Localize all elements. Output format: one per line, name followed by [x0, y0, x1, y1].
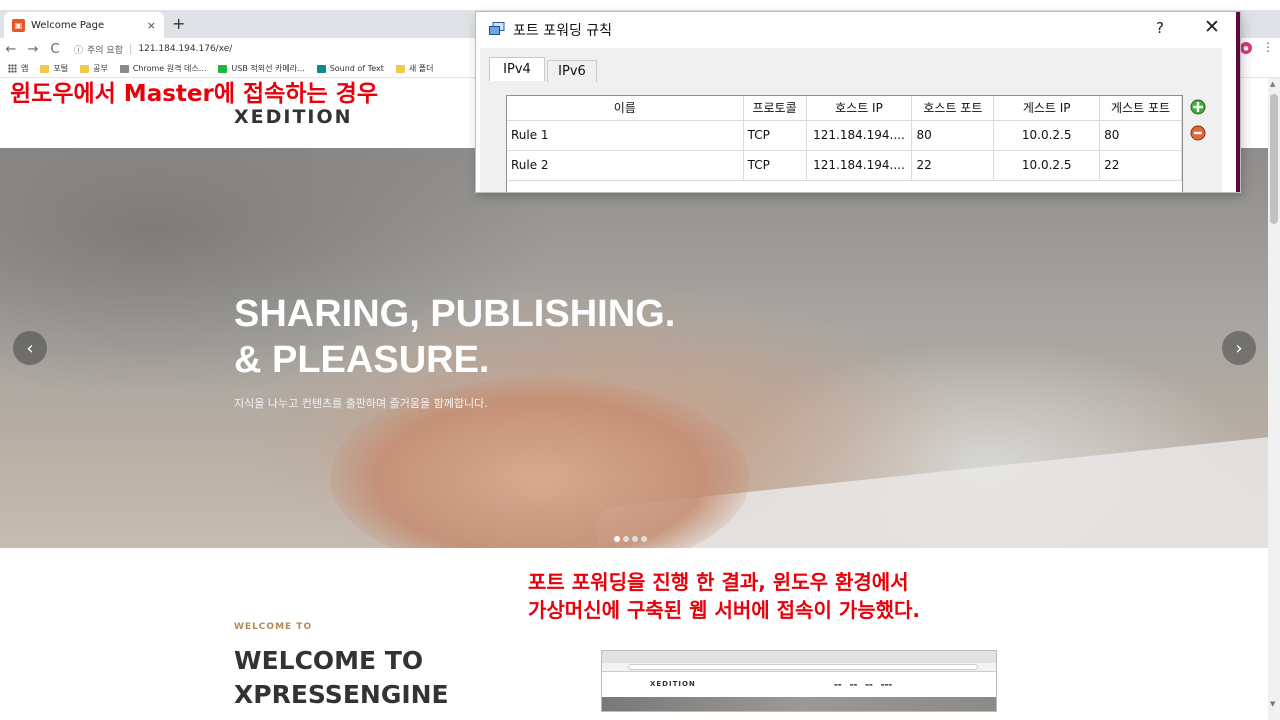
new-tab-button[interactable]: +: [172, 14, 185, 33]
apps-grid-icon: [8, 64, 17, 73]
mini-url-field: [628, 664, 978, 670]
plus-box-icon: [218, 64, 228, 73]
mini-browser-screenshot: XEDITION ▬▬ ▬▬ ▬▬ ▬▬▬: [601, 650, 997, 712]
mini-menu-item: ▬▬: [834, 682, 842, 687]
mini-logo: XEDITION: [650, 680, 696, 688]
scroll-up-arrow-icon[interactable]: ▲: [1270, 80, 1275, 88]
rule-name-cell[interactable]: Rule 1: [507, 120, 744, 151]
speaker-icon: [316, 64, 326, 73]
carousel-indicators: [614, 536, 647, 542]
welcome-eyebrow: WELCOME TO: [234, 622, 313, 632]
folder-icon: [395, 64, 405, 73]
tab-title: Welcome Page: [31, 19, 105, 31]
column-header-guest-ip[interactable]: 게스트 IP: [993, 96, 1101, 121]
scrollbar-thumb[interactable]: [1270, 94, 1278, 224]
protocol-cell[interactable]: TCP: [743, 120, 807, 151]
hero-title: SHARING, PUBLISHING. & PLEASURE.: [234, 293, 676, 381]
folder-icon: [80, 64, 90, 73]
column-header-host-port[interactable]: 호스트 포트: [911, 96, 995, 121]
security-warning-text[interactable]: 주의 요함: [87, 43, 123, 56]
rules-table: 이름 프로토콜 호스트 IP 호스트 포트 게스트 IP 게스트 포트 Rule…: [507, 96, 1182, 181]
host-port-cell[interactable]: 22: [911, 150, 995, 181]
tab-ipv6[interactable]: IPv6: [547, 60, 597, 82]
address-bar[interactable]: 121.184.194.176/xe/: [138, 44, 232, 54]
carousel-dot[interactable]: [614, 536, 620, 542]
xe-favicon-icon: ▣: [12, 18, 25, 32]
background-window-edge: [1236, 12, 1240, 192]
mini-menu: ▬▬ ▬▬ ▬▬ ▬▬▬: [834, 682, 892, 687]
forward-arrow-icon[interactable]: →: [22, 42, 44, 57]
add-rule-icon[interactable]: [1187, 96, 1209, 118]
reload-icon[interactable]: C: [44, 42, 66, 57]
browser-tab[interactable]: ▣ Welcome Page ×: [4, 12, 164, 38]
hero-subtitle: 지식을 나누고 컨텐츠를 출판하며 즐거움을 함께합니다.: [234, 397, 488, 410]
column-header-host-ip[interactable]: 호스트 IP: [806, 96, 913, 121]
rule-name-cell[interactable]: Rule 2: [507, 150, 744, 181]
carousel-dot[interactable]: [641, 536, 647, 542]
back-arrow-icon[interactable]: ←: [0, 42, 22, 57]
guest-port-cell[interactable]: 80: [1099, 120, 1182, 151]
carousel-prev-button[interactable]: ‹: [13, 331, 47, 365]
host-ip-cell[interactable]: 121.184.194....: [806, 120, 913, 151]
mini-menu-item: ▬▬: [849, 682, 858, 687]
carousel-dot[interactable]: [623, 536, 629, 542]
guest-port-cell[interactable]: 22: [1099, 150, 1182, 181]
protocol-cell[interactable]: TCP: [743, 150, 807, 181]
welcome-heading: WELCOME TO XPRESSENGINE: [234, 646, 449, 709]
scroll-down-arrow-icon[interactable]: ▼: [1270, 700, 1275, 708]
info-icon[interactable]: ⓘ: [74, 43, 83, 56]
table-row[interactable]: Rule 2 TCP 121.184.194.... 22 10.0.2.5 2…: [507, 150, 1182, 181]
column-header-guest-port[interactable]: 게스트 포트: [1099, 96, 1182, 121]
profile-avatar[interactable]: ●: [1240, 42, 1252, 54]
mini-urlbar: [602, 663, 996, 672]
annotation-top: 윈도우에서 Master에 접속하는 경우: [10, 81, 378, 107]
mini-titlebar: [602, 651, 996, 663]
bookmark-study[interactable]: 공부: [80, 63, 108, 74]
network-window-icon: [489, 22, 505, 35]
carousel-next-button[interactable]: ›: [1222, 331, 1256, 365]
bookmark-apps[interactable]: 앱: [8, 63, 28, 74]
annotation-bottom: 포트 포워딩을 진행 한 결과, 윈도우 환경에서 가상머신에 구축된 웹 서버…: [528, 570, 921, 622]
guest-ip-cell[interactable]: 10.0.2.5: [993, 150, 1101, 181]
mini-menu-item: ▬▬▬: [880, 682, 893, 687]
host-port-cell[interactable]: 80: [911, 120, 995, 151]
help-button[interactable]: ?: [1156, 19, 1164, 37]
bookmark-new-folder[interactable]: 새 폴더: [395, 63, 433, 74]
remove-rule-icon[interactable]: [1187, 122, 1209, 144]
folder-icon: [40, 64, 50, 73]
close-dialog-button[interactable]: ✕: [1204, 16, 1220, 38]
mini-hero: [602, 697, 996, 711]
url-divider: |: [129, 43, 133, 55]
table-header-row: 이름 프로토콜 호스트 IP 호스트 포트 게스트 IP 게스트 포트: [507, 96, 1182, 121]
bookmark-usb-camera[interactable]: USB 적외선 카메라...: [218, 63, 305, 74]
remote-desktop-icon: [119, 64, 129, 73]
hero-carousel: SHARING, PUBLISHING. & PLEASURE. 지식을 나누고…: [0, 148, 1268, 548]
dialog-title: 포트 포워딩 규칙: [513, 23, 613, 39]
port-forwarding-dialog: 포트 포워딩 규칙 ? ✕ IPv4 IPv6 이름 프로토콜 호스트 IP 호…: [476, 12, 1240, 192]
carousel-dot[interactable]: [632, 536, 638, 542]
bookmark-portal[interactable]: 포털: [40, 63, 68, 74]
guest-ip-cell[interactable]: 10.0.2.5: [993, 120, 1101, 151]
table-row[interactable]: Rule 1 TCP 121.184.194.... 80 10.0.2.5 8…: [507, 120, 1182, 151]
column-header-protocol[interactable]: 프로토콜: [743, 96, 807, 121]
site-logo[interactable]: XEDITION: [234, 106, 353, 128]
bookmark-sound-of-text[interactable]: Sound of Text: [316, 64, 384, 73]
close-tab-icon[interactable]: ×: [147, 19, 156, 32]
host-ip-cell[interactable]: 121.184.194....: [806, 150, 913, 181]
bookmark-chrome-remote[interactable]: Chrome 원격 데스...: [119, 63, 206, 74]
rules-table-container: 이름 프로토콜 호스트 IP 호스트 포트 게스트 IP 게스트 포트 Rule…: [506, 95, 1183, 192]
tab-ipv4[interactable]: IPv4: [489, 57, 545, 81]
dialog-titlebar: 포트 포워딩 규칙 ? ✕: [476, 12, 1240, 48]
mini-menu-item: ▬▬: [865, 682, 873, 687]
browser-menu-icon[interactable]: ⋮: [1262, 40, 1274, 54]
column-header-name[interactable]: 이름: [507, 96, 744, 121]
